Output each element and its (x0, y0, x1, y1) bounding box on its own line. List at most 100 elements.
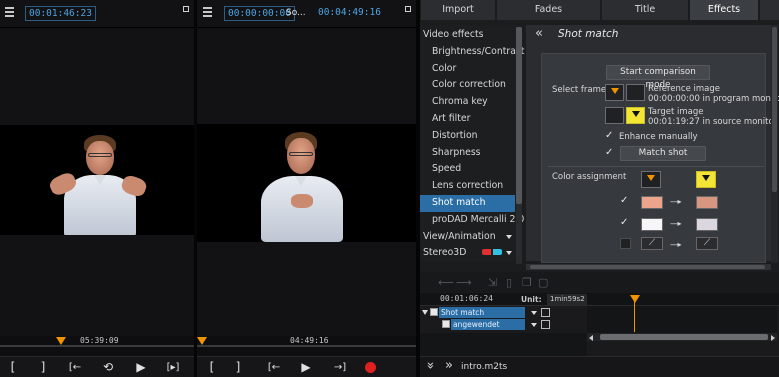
panel-scroll-thumb[interactable] (772, 27, 777, 192)
eyedropper-from-icon[interactable]: ⟋ (641, 237, 663, 250)
loop-button[interactable]: ⟲ (100, 359, 116, 376)
timeline-playhead[interactable] (634, 296, 635, 332)
playhead-marker[interactable] (197, 337, 207, 345)
delete-icon[interactable]: ▯ (506, 276, 512, 289)
program-scrubber[interactable]: 04:49:16 (197, 334, 416, 350)
target-frame-empty-icon[interactable] (605, 107, 624, 124)
dropdown-arrow-icon[interactable] (531, 323, 537, 327)
insert-icon[interactable]: ⇲ (488, 276, 497, 289)
timeline-playhead-marker[interactable] (630, 295, 640, 303)
swatch-row1-from[interactable] (641, 196, 663, 209)
effect-item[interactable]: proDAD Mercalli 2.0 (420, 212, 524, 229)
reference-label: Reference image (648, 84, 720, 94)
tab-title[interactable]: Title (602, 0, 688, 20)
track-options-icon[interactable] (541, 308, 550, 317)
track-checkbox[interactable] (442, 320, 450, 328)
effect-item[interactable]: View/Animation (420, 229, 515, 246)
effects-list: Video effects Brightness/Contrast Color Col… (420, 25, 524, 261)
mark-in-button[interactable]: [ (205, 359, 219, 376)
effect-item[interactable]: Distortion (420, 128, 515, 145)
file-name: intro.m2ts (461, 362, 508, 372)
tab-extra[interactable] (760, 0, 779, 20)
mark-out-button[interactable]: ] (36, 359, 50, 376)
match-shot-check-icon[interactable]: ✓ (605, 147, 613, 158)
effect-item[interactable]: Speed (420, 161, 515, 178)
tab-import[interactable]: Import (421, 0, 495, 20)
reference-frame-empty-icon[interactable] (626, 84, 645, 101)
scroll-right-icon[interactable] (771, 335, 775, 341)
enhance-checkbox-check-icon[interactable]: ✓ (605, 130, 613, 141)
paste-icon[interactable]: ▢ (538, 276, 548, 289)
swatch-row3-checkbox[interactable] (620, 238, 631, 249)
enhance-label: Enhance manually (619, 132, 698, 142)
program-timecode-start[interactable]: 00:00:00:00 (224, 6, 295, 21)
play-button[interactable]: ▶ (298, 359, 314, 376)
effects-list-scroll-thumb[interactable] (516, 27, 522, 204)
tab-fades[interactable]: Fades (497, 0, 600, 20)
timeline-tracks-area[interactable] (587, 306, 777, 334)
expand-arrow-icon[interactable] (506, 251, 512, 255)
unit-value[interactable]: 1min59s2 (547, 294, 587, 305)
swatch-row2-from[interactable] (641, 218, 663, 231)
mark-in-button[interactable]: [ (6, 359, 20, 376)
effect-item[interactable]: Lens correction (420, 178, 515, 195)
maximize-icon[interactable] (183, 6, 189, 12)
target-assign-icon[interactable] (696, 171, 716, 188)
track-checkbox[interactable] (430, 308, 438, 316)
effect-item[interactable]: Art filter (420, 111, 515, 128)
expand-chevron-icon[interactable]: » (422, 362, 437, 370)
collapse-chevron-icon[interactable]: » (445, 358, 453, 373)
swatch-row1-to[interactable] (696, 196, 718, 209)
effect-item[interactable]: Brightness/Contrast (420, 44, 524, 61)
effect-item[interactable]: Color (420, 61, 515, 78)
reference-frame-icon[interactable] (605, 84, 624, 101)
expand-arrow-icon[interactable] (506, 235, 512, 239)
source-scrubber[interactable]: 05:39:09 (0, 334, 194, 350)
track-name[interactable]: Shot match (439, 307, 525, 318)
target-label: Target image (648, 107, 704, 117)
orange-marker-icon (610, 88, 619, 94)
target-frame-icon[interactable] (626, 107, 645, 124)
black-marker-icon (631, 111, 640, 117)
timeline-scroll-thumb[interactable] (600, 334, 768, 340)
effect-item[interactable]: Chroma key (420, 94, 515, 111)
collapse-icon[interactable] (422, 310, 428, 315)
menu-icon[interactable] (5, 7, 14, 17)
effect-item[interactable]: Sharpness (420, 145, 515, 162)
timeline-timecode[interactable]: 00:01:06:24 (440, 294, 493, 303)
undo-icon[interactable]: ⟵ (438, 276, 454, 289)
mark-out-button[interactable]: ] (231, 359, 245, 376)
back-icon[interactable]: « (535, 26, 543, 41)
record-icon[interactable] (365, 362, 376, 373)
stereo3d-icon (482, 249, 502, 255)
source-timecode[interactable]: 00:01:46:23 (25, 6, 96, 21)
effect-item[interactable]: Color correction (420, 77, 515, 94)
start-comparison-button[interactable]: Start comparison mode (606, 65, 710, 90)
reference-assign-icon[interactable] (641, 171, 661, 188)
tab-effects[interactable]: Effects (690, 0, 758, 20)
playhead-marker[interactable] (56, 337, 66, 345)
effect-item[interactable]: Video effects (420, 27, 515, 44)
effect-item[interactable]: Shot match (420, 195, 515, 212)
horizontal-scroll-thumb[interactable] (530, 265, 765, 269)
prev-button[interactable]: [← (263, 359, 285, 376)
play-button[interactable]: ▶ (133, 359, 149, 376)
match-shot-button[interactable]: Match shot (620, 146, 706, 161)
redo-icon[interactable]: ⟶ (456, 276, 472, 289)
swatch-row2-check-icon[interactable]: ✓ (620, 217, 628, 228)
track-options-icon[interactable] (541, 320, 550, 329)
dropdown-arrow-icon[interactable] (531, 311, 537, 315)
swatch-row1-check-icon[interactable]: ✓ (620, 195, 628, 206)
copy-icon[interactable]: ❐ (522, 276, 532, 289)
track-row[interactable]: Shot match (420, 307, 587, 319)
track-row[interactable]: angewendet (420, 319, 587, 331)
menu-icon[interactable] (203, 7, 212, 17)
maximize-icon[interactable] (405, 6, 411, 12)
track-name[interactable]: angewendet (451, 319, 525, 330)
next-button[interactable]: →] (329, 359, 351, 376)
eyedropper-to-icon[interactable]: ⟋ (696, 237, 718, 250)
next-marker-button[interactable]: [▸] (162, 359, 184, 376)
swatch-row2-to[interactable] (696, 218, 718, 231)
scroll-left-icon[interactable] (589, 335, 593, 341)
prev-marker-button[interactable]: [← (64, 359, 86, 376)
